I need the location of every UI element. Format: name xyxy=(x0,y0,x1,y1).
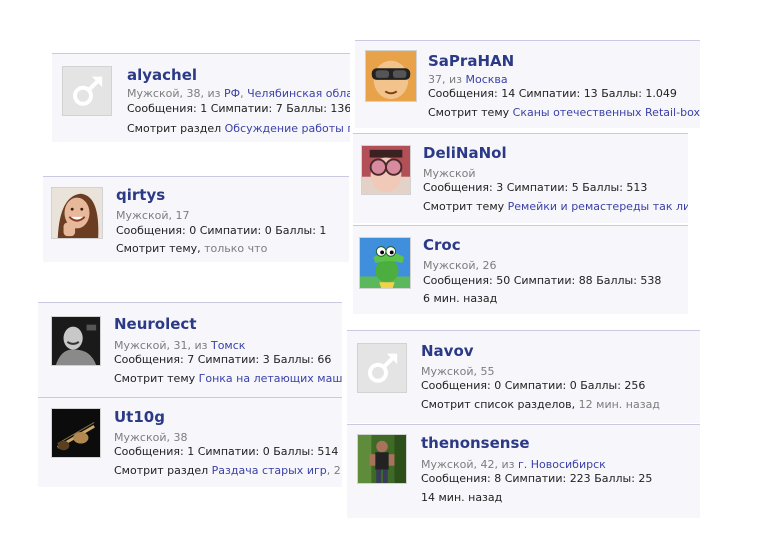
user-card: Croc Мужской, 26 Сообщения: 50 Симпатии:… xyxy=(353,225,688,314)
user-activity: Смотрит тему Сканы отечественных Retail-… xyxy=(428,106,700,120)
activity-link[interactable]: Обсуждение работы пр xyxy=(225,122,350,135)
user-info: Мужской, 42, из г. Новосибирск xyxy=(421,458,606,471)
activity-link[interactable]: Раздача старых игр xyxy=(212,464,327,477)
smiling-person-avatar xyxy=(52,188,102,238)
activity-link[interactable]: Ремейки и ремастереды так ли ну xyxy=(508,200,688,213)
username[interactable]: Ut10g xyxy=(114,408,165,426)
avatar[interactable] xyxy=(62,66,112,116)
username[interactable]: SaPraHAN xyxy=(428,52,514,70)
goggles-avatar xyxy=(362,146,410,194)
location-link[interactable]: РФ xyxy=(224,87,240,100)
user-card: Navov Мужской, 55 Сообщения: 0 Симпатии:… xyxy=(347,330,700,423)
avatar[interactable] xyxy=(357,434,407,484)
location-link[interactable]: г. Новосибирск xyxy=(518,458,606,471)
user-info: Мужской, 31, из Томск xyxy=(114,339,246,352)
user-info: Мужской, 38 xyxy=(114,431,188,444)
avatar[interactable] xyxy=(361,145,411,195)
user-card: alyachel Мужской, 38, из РФ, Челябинская… xyxy=(52,53,350,142)
user-activity: Смотрит список разделов, 12 мин. назад xyxy=(421,398,660,411)
crocodile-avatar xyxy=(360,238,410,288)
username[interactable]: alyachel xyxy=(127,66,197,84)
user-info: Мужской, 38, из РФ, Челябинская область xyxy=(127,87,350,101)
user-info: Мужской, 17 xyxy=(116,209,190,222)
avatar[interactable] xyxy=(365,50,417,102)
user-activity: Смотрит тему Гонка на летающих машина xyxy=(114,372,342,386)
avatar[interactable] xyxy=(359,237,411,289)
male-placeholder-icon xyxy=(358,344,406,392)
user-info: Мужской, 26 xyxy=(423,259,497,272)
user-stats: Сообщения: 0 Симпатии: 0 Баллы: 256 xyxy=(421,379,646,392)
user-stats: Сообщения: 50 Симпатии: 88 Баллы: 538 xyxy=(423,274,662,287)
avatar[interactable] xyxy=(51,408,101,458)
user-stats: Сообщения: 0 Симпатии: 0 Баллы: 1 xyxy=(116,224,327,237)
activity-time: только что xyxy=(204,242,268,255)
username[interactable]: qirtys xyxy=(116,186,165,204)
user-activity: Смотрит раздел Раздача старых игр, 2 ми xyxy=(114,464,342,477)
user-activity: Смотрит раздел Обсуждение работы пр xyxy=(127,122,350,136)
user-stats: Сообщения: 14 Симпатии: 13 Баллы: 1.049 xyxy=(428,87,677,100)
guitar-avatar xyxy=(52,409,100,457)
location-link[interactable]: Москва xyxy=(466,73,508,86)
avatar[interactable] xyxy=(357,343,407,393)
username[interactable]: Navov xyxy=(421,342,474,360)
user-card: DeliNaNol Мужской Сообщения: 3 Симпатии:… xyxy=(353,133,688,223)
location-link[interactable]: Томск xyxy=(211,339,245,352)
activity-link[interactable]: Сканы отечественных Retail-box изд xyxy=(513,106,700,119)
user-activity: Смотрит тему Ремейки и ремастереды так л… xyxy=(423,200,688,214)
user-card: Neurolect Мужской, 31, из Томск Сообщени… xyxy=(38,302,342,397)
activity-time: 12 мин. назад xyxy=(578,398,660,411)
male-placeholder-icon xyxy=(63,67,111,115)
user-info: 37, из Москва xyxy=(428,73,508,86)
user-activity: Смотрит тему, только что xyxy=(116,242,268,255)
user-stats: Сообщения: 7 Симпатии: 3 Баллы: 66 xyxy=(114,353,332,366)
user-stats: Сообщения: 3 Симпатии: 5 Баллы: 513 xyxy=(423,181,648,194)
username[interactable]: DeliNaNol xyxy=(423,144,507,162)
user-info: Мужской xyxy=(423,167,476,180)
user-card: Ut10g Мужской, 38 Сообщения: 1 Симпатии:… xyxy=(38,397,342,487)
user-info: Мужской, 55 xyxy=(421,365,495,378)
activity-time: 14 мин. назад xyxy=(421,491,503,504)
activity-time: 6 мин. назад xyxy=(423,292,498,305)
user-stats: Сообщения: 1 Симпатии: 0 Баллы: 514 xyxy=(114,445,339,458)
avatar[interactable] xyxy=(51,187,103,239)
user-stats: Сообщения: 8 Симпатии: 223 Баллы: 25 xyxy=(421,472,653,485)
forest-man-avatar xyxy=(358,435,406,483)
user-card: SaPraHAN 37, из Москва Сообщения: 14 Сим… xyxy=(355,40,700,128)
user-card: qirtys Мужской, 17 Сообщения: 0 Симпатии… xyxy=(43,176,349,262)
username[interactable]: Croc xyxy=(423,236,461,254)
location-link[interactable]: Челябинская область xyxy=(247,87,350,100)
activity-link[interactable]: Гонка на летающих машина xyxy=(199,372,342,385)
sunglasses-avatar xyxy=(366,51,416,101)
user-stats: Сообщения: 1 Симпатии: 7 Баллы: 136 xyxy=(127,102,350,115)
username[interactable]: Neurolect xyxy=(114,315,197,333)
user-card: thenonsense Мужской, 42, из г. Новосибир… xyxy=(347,424,700,518)
username[interactable]: thenonsense xyxy=(421,434,530,452)
avatar[interactable] xyxy=(51,316,101,366)
bw-man-avatar xyxy=(52,317,100,365)
